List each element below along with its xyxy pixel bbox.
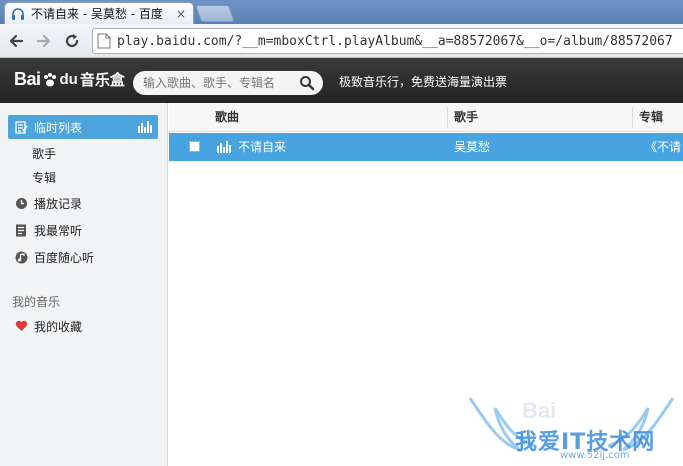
- new-tab-button[interactable]: [194, 5, 236, 22]
- back-arrow-icon[interactable]: [6, 31, 26, 51]
- music-search-box[interactable]: [133, 71, 323, 95]
- sidebar-item-artists[interactable]: 歌手: [8, 141, 158, 165]
- my-music-heading: 我的音乐: [12, 295, 61, 309]
- promo-link[interactable]: 极致音乐行，免费送海量演出票: [339, 73, 507, 90]
- logo-text-bai: Bai: [14, 69, 41, 89]
- browser-tab-strip: 不请自来 - 吴莫愁 - 百度 ×: [0, 0, 683, 24]
- paw-icon: [43, 72, 56, 86]
- baidu-music-logo[interactable]: Bai du 音乐盒: [14, 69, 125, 90]
- sidebar: 临时列表 歌手 专辑 播放记录 我最常听 百度随心听 我的音乐 我的收藏: [0, 103, 168, 466]
- address-bar[interactable]: play.baidu.com/?__m=mboxCtrl.playAlbum&_…: [92, 28, 683, 54]
- now-playing-equalizer-icon: [217, 141, 231, 153]
- heart-icon: [14, 319, 28, 333]
- watermark-url: www.52ij.com: [560, 450, 630, 461]
- column-divider: [447, 107, 448, 128]
- close-tab-icon[interactable]: ×: [175, 8, 187, 20]
- sidebar-item-label: 临时列表: [34, 120, 83, 135]
- sidebar-item-history[interactable]: 播放记录: [8, 191, 158, 215]
- column-header-song[interactable]: 歌曲: [215, 103, 239, 132]
- sidebar-item-favorites[interactable]: 我的收藏: [8, 314, 158, 338]
- sidebar-item-label: 我的收藏: [34, 319, 83, 334]
- sidebar-item-albums[interactable]: 专辑: [8, 165, 158, 189]
- browser-toolbar: play.baidu.com/?__m=mboxCtrl.playAlbum&_…: [0, 24, 683, 58]
- artist-cell[interactable]: 吴莫愁: [454, 133, 624, 161]
- sidebar-item-radio[interactable]: 百度随心听: [8, 245, 158, 269]
- search-icon[interactable]: [299, 75, 315, 91]
- list-edit-icon: [14, 120, 28, 134]
- logo-text-du: du: [59, 71, 78, 88]
- tab-title: 不请自来 - 吴莫愁 - 百度: [31, 7, 163, 21]
- headphones-icon: [11, 7, 25, 21]
- sidebar-item-label: 百度随心听: [34, 250, 95, 265]
- album-cell[interactable]: 《不请: [645, 133, 683, 161]
- column-header-artist[interactable]: 歌手: [454, 103, 478, 132]
- sidebar-item-label: 歌手: [32, 146, 57, 161]
- url-text: play.baidu.com/?__m=mboxCtrl.playAlbum&_…: [117, 33, 673, 49]
- song-title-cell[interactable]: 不请自来: [238, 133, 438, 161]
- column-divider: [632, 107, 633, 128]
- watermark-faint-text: Bai: [522, 398, 557, 423]
- app-header: Bai du 音乐盒 极致音乐行，免费送海量演出票: [0, 58, 683, 103]
- forward-arrow-icon[interactable]: [34, 31, 54, 51]
- document-icon: [14, 223, 28, 237]
- equalizer-icon: [138, 121, 152, 133]
- page-icon: [97, 33, 111, 49]
- sidebar-item-label: 我最常听: [34, 223, 83, 238]
- reload-icon[interactable]: [62, 31, 82, 51]
- column-header-album[interactable]: 专辑: [639, 103, 663, 132]
- history-icon: [14, 196, 28, 210]
- sidebar-item-most-played[interactable]: 我最常听: [8, 218, 158, 242]
- logo-text-music: 音乐盒: [79, 72, 125, 89]
- sidebar-item-label: 专辑: [32, 170, 57, 185]
- table-header: 歌曲 歌手 专辑: [169, 103, 683, 132]
- table-row[interactable]: 不请自来 吴莫愁 《不请: [169, 133, 683, 161]
- sidebar-item-label: 播放记录: [34, 196, 83, 211]
- browser-tab[interactable]: 不请自来 - 吴莫愁 - 百度 ×: [4, 2, 194, 24]
- music-note-icon: [14, 250, 28, 264]
- song-list-panel: 歌曲 歌手 专辑 不请自来 吴莫愁 《不请: [169, 103, 683, 466]
- music-search-input[interactable]: [143, 76, 293, 90]
- row-checkbox[interactable]: [189, 141, 200, 152]
- sidebar-item-temp-list[interactable]: 临时列表: [8, 115, 158, 139]
